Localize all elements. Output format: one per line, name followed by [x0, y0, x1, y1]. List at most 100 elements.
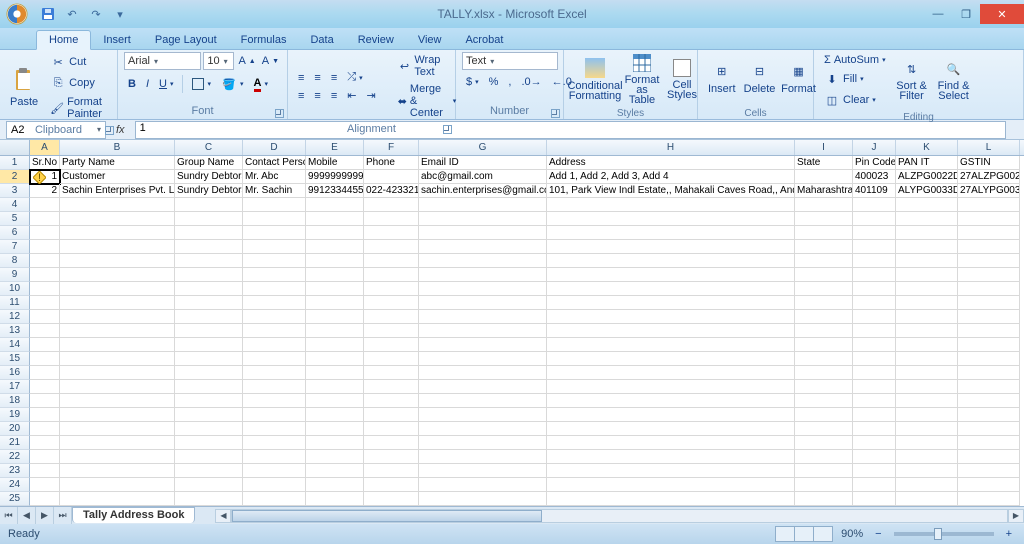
shrink-font-button[interactable]: A▼ — [260, 55, 281, 67]
horizontal-scrollbar[interactable]: ◀ ▶ — [215, 507, 1024, 524]
cell[interactable]: Pin Code — [853, 156, 896, 170]
cell[interactable] — [364, 212, 419, 226]
row-header[interactable]: 3 — [0, 184, 30, 198]
cell[interactable] — [958, 436, 1020, 450]
insert-cells-button[interactable]: ⊞Insert — [704, 52, 740, 106]
font-size-combo[interactable]: 10▾ — [203, 52, 234, 70]
cell[interactable] — [419, 338, 547, 352]
comma-button[interactable]: , — [504, 74, 515, 90]
cell[interactable] — [364, 324, 419, 338]
cell[interactable] — [795, 226, 853, 240]
cell[interactable] — [795, 310, 853, 324]
cell[interactable] — [547, 212, 795, 226]
align-middle-button[interactable]: ≡ — [310, 70, 324, 86]
cell[interactable] — [60, 338, 175, 352]
copy-button[interactable]: ⎘Copy — [46, 73, 111, 93]
cell[interactable] — [958, 240, 1020, 254]
cell[interactable] — [243, 198, 306, 212]
cell[interactable] — [795, 240, 853, 254]
cell[interactable]: 401109 — [853, 184, 896, 198]
cell[interactable] — [547, 464, 795, 478]
autosum-button[interactable]: Σ AutoSum▾ — [820, 52, 890, 68]
cell[interactable] — [306, 380, 364, 394]
cell[interactable] — [795, 394, 853, 408]
cell[interactable] — [896, 310, 958, 324]
paste-button[interactable]: Paste — [6, 60, 42, 114]
formula-input[interactable]: 1 — [135, 121, 1006, 139]
cell[interactable]: sachin.enterprises@gmail.com — [419, 184, 547, 198]
cell[interactable] — [60, 492, 175, 506]
cell[interactable] — [547, 492, 795, 506]
cell[interactable] — [60, 268, 175, 282]
cell[interactable]: Contact Person — [243, 156, 306, 170]
row-header[interactable]: 4 — [0, 198, 30, 212]
sheet-tab[interactable]: Tally Address Book — [72, 507, 195, 523]
cell[interactable] — [30, 450, 60, 464]
cell[interactable] — [60, 380, 175, 394]
cell[interactable] — [364, 198, 419, 212]
cell[interactable]: 2 — [30, 184, 60, 198]
cell[interactable] — [795, 338, 853, 352]
cell[interactable] — [30, 324, 60, 338]
cell[interactable] — [243, 254, 306, 268]
cell[interactable] — [60, 226, 175, 240]
cell[interactable] — [958, 450, 1020, 464]
cell[interactable] — [306, 338, 364, 352]
row-header[interactable]: 25 — [0, 492, 30, 506]
cell[interactable] — [795, 408, 853, 422]
underline-button[interactable]: U▾ — [155, 76, 177, 92]
cell[interactable] — [958, 478, 1020, 492]
cell[interactable] — [896, 338, 958, 352]
cell[interactable] — [547, 338, 795, 352]
cell[interactable] — [243, 324, 306, 338]
row-header[interactable]: 22 — [0, 450, 30, 464]
wrap-text-button[interactable]: ↩Wrap Text — [394, 52, 461, 80]
decrease-indent-button[interactable]: ⇤ — [343, 87, 360, 104]
cell[interactable] — [243, 240, 306, 254]
find-select-button[interactable]: 🔍Find & Select — [934, 54, 974, 108]
cell[interactable] — [419, 422, 547, 436]
redo-icon[interactable]: ↷ — [86, 4, 106, 24]
cell[interactable] — [419, 352, 547, 366]
cell[interactable] — [175, 282, 243, 296]
cell[interactable] — [243, 338, 306, 352]
save-icon[interactable] — [38, 4, 58, 24]
cell[interactable] — [853, 282, 896, 296]
cell[interactable] — [364, 226, 419, 240]
sheet-nav-last-icon[interactable]: ⏭ — [54, 507, 72, 524]
cell[interactable]: PAN IT — [896, 156, 958, 170]
cell[interactable] — [547, 408, 795, 422]
cell[interactable] — [175, 198, 243, 212]
cell[interactable] — [896, 198, 958, 212]
cell[interactable] — [175, 296, 243, 310]
cell[interactable] — [419, 310, 547, 324]
cell[interactable] — [419, 268, 547, 282]
align-bottom-button[interactable]: ≡ — [327, 70, 341, 86]
cell[interactable]: 9999999999 — [306, 170, 364, 184]
cell[interactable] — [243, 492, 306, 506]
cell[interactable] — [364, 282, 419, 296]
row-header[interactable]: 19 — [0, 408, 30, 422]
format-cells-button[interactable]: ▦Format — [780, 52, 818, 106]
cell[interactable] — [896, 380, 958, 394]
cell[interactable] — [896, 492, 958, 506]
zoom-out-button[interactable]: − — [871, 526, 885, 542]
cell[interactable] — [306, 310, 364, 324]
cell[interactable]: Customer — [60, 170, 175, 184]
column-header[interactable]: J — [853, 140, 896, 155]
align-left-button[interactable]: ≡ — [294, 88, 308, 104]
cut-button[interactable]: ✂Cut — [46, 52, 111, 72]
cell[interactable] — [419, 436, 547, 450]
cell[interactable]: ALYPG0033D — [896, 184, 958, 198]
cell[interactable] — [896, 240, 958, 254]
ribbon-tab-formulas[interactable]: Formulas — [229, 31, 299, 49]
cell[interactable] — [958, 422, 1020, 436]
row-header[interactable]: 12 — [0, 310, 30, 324]
cell[interactable] — [795, 324, 853, 338]
cell[interactable]: 101, Park View Indl Estate,, Mahakali Ca… — [547, 184, 795, 198]
ribbon-tab-acrobat[interactable]: Acrobat — [453, 31, 515, 49]
cell[interactable] — [60, 198, 175, 212]
error-trace-icon[interactable]: ! — [32, 170, 46, 184]
cell[interactable] — [30, 478, 60, 492]
cell[interactable] — [30, 212, 60, 226]
